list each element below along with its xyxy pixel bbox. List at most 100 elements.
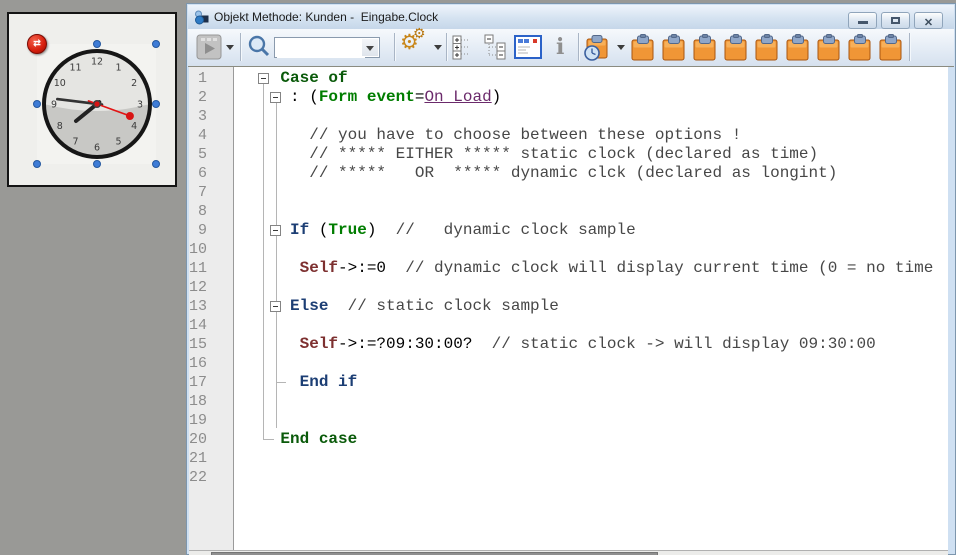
clipboard-4[interactable] [723,34,749,62]
expand-all-button[interactable] [452,34,476,65]
svg-text:9: 9 [51,100,57,111]
gutter-line-number[interactable]: 17 [189,373,233,392]
code-line[interactable] [234,240,948,259]
code-line[interactable]: : (Form event=On Load) [234,88,948,107]
code-pane[interactable]: Case of : (Form event=On Load) // you ha… [234,67,948,550]
maximize-icon [891,17,900,24]
code-line[interactable]: Self->:=?09:30:00? // static clock -> wi… [234,335,948,354]
code-line[interactable] [234,278,948,297]
code-line[interactable]: Else // static clock sample [234,297,948,316]
code-line[interactable]: // ***** EITHER ***** static clock (decl… [234,145,948,164]
clipboard-1[interactable] [630,34,656,62]
search-button[interactable] [246,34,272,65]
macros-button[interactable] [514,34,542,65]
clipboard-7[interactable] [816,34,842,62]
gutter-line-number[interactable]: 18 [189,392,233,411]
svg-text:6: 6 [94,143,100,154]
clipboard-9[interactable] [878,34,904,62]
code-line[interactable]: Self->:=0 // dynamic clock will display … [234,259,948,278]
combo-dropdown-arrow[interactable] [362,39,378,56]
code-line[interactable]: Case of [234,69,948,88]
play-icon [196,34,222,60]
toolbar: ⚙ ⚙ [188,29,954,67]
code-line[interactable]: End if [234,373,948,392]
code-line[interactable] [234,107,948,126]
svg-text:7: 7 [72,137,78,148]
svg-text:4: 4 [131,121,137,132]
toolbar-separator [446,33,448,61]
screen: 123456789101112 ⇄ Objekt Methode: Kunden… [0,0,956,555]
gutter-line-number[interactable]: 15 [189,335,233,354]
horizontal-scrollbar[interactable] [189,550,948,555]
code-line[interactable] [234,202,948,221]
clipboard-dropdown-arrow[interactable] [617,45,625,50]
code-line[interactable] [234,392,948,411]
clipboard-8[interactable] [847,34,873,62]
form-object-panel: 123456789101112 ⇄ [7,12,177,187]
toolbar-separator [578,33,580,61]
collapse-all-icon [484,34,508,60]
maximize-button[interactable] [881,12,910,29]
gutter-line-number[interactable]: 9 [189,221,233,240]
gutter-line-number[interactable]: 6 [189,164,233,183]
gutter-line-number[interactable]: 22 [189,468,233,487]
titlebar[interactable]: Objekt Methode: Kunden - Eingabe.Clock ✕ [188,5,954,29]
object-method-badge[interactable]: ⇄ [27,34,47,54]
code-line[interactable] [234,183,948,202]
clipboard-history-button[interactable] [583,34,613,67]
gutter-line-number[interactable]: 21 [189,449,233,468]
gutter-line-number[interactable]: 2 [189,88,233,107]
code-line[interactable]: // you have to choose between these opti… [234,126,948,145]
gear-icon: ⚙ [413,25,426,42]
run-dropdown-arrow[interactable] [226,45,234,50]
information-button[interactable]: i [556,34,564,60]
gutter-line-number[interactable]: 8 [189,202,233,221]
search-combobox[interactable] [274,37,380,58]
collapse-all-button[interactable] [484,34,508,65]
svg-text:10: 10 [54,78,66,89]
close-icon: ✕ [924,17,933,29]
expand-all-icon [452,34,476,60]
method-editor-window: Objekt Methode: Kunden - Eingabe.Clock ✕ [186,3,956,555]
code-line[interactable] [234,468,948,487]
clipboard-3[interactable] [692,34,718,62]
code-line[interactable]: If (True) // dynamic clock sample [234,221,948,240]
clipboard-5[interactable] [754,34,780,62]
gutter-line-number[interactable]: 20 [189,430,233,449]
svg-text:2: 2 [131,78,137,89]
code-line[interactable] [234,411,948,430]
run-method-button[interactable] [196,34,222,65]
code-line[interactable] [234,449,948,468]
gutter-line-number[interactable]: 4 [189,126,233,145]
svg-text:3: 3 [137,100,143,111]
gutter-line-number[interactable]: 13 [189,297,233,316]
code-line[interactable] [234,316,948,335]
object-method-icon [194,9,210,25]
search-input[interactable] [277,39,365,58]
code-line[interactable]: // ***** OR ***** dynamic clck (declared… [234,164,948,183]
gutter-line-number[interactable]: 16 [189,354,233,373]
information-icon: i [556,34,564,60]
clipboard-6[interactable] [785,34,811,62]
gutter-line-number[interactable]: 14 [189,316,233,335]
clipboard-2[interactable] [661,34,687,62]
gutter-line-number[interactable]: 19 [189,411,233,430]
gutter-line-number[interactable]: 11 [189,259,233,278]
execution-settings-button[interactable]: ⚙ ⚙ [400,34,430,60]
code-line[interactable] [234,354,948,373]
gutter-line-number[interactable]: 3 [189,107,233,126]
gutter-line-number[interactable]: 5 [189,145,233,164]
gutter-line-number[interactable]: 12 [189,278,233,297]
settings-dropdown-arrow[interactable] [434,45,442,50]
svg-text:5: 5 [115,137,121,148]
code-line[interactable]: End case [234,430,948,449]
code-editor[interactable]: 12345678910111213141516171819202122 Case… [189,67,948,550]
gutter-line-number[interactable]: 7 [189,183,233,202]
clipboard-clock-icon [583,34,613,62]
gutter-line-number[interactable]: 10 [189,240,233,259]
close-button[interactable]: ✕ [914,12,943,29]
minimize-button[interactable] [848,12,877,29]
gutter-line-number[interactable]: 1 [189,69,233,88]
minimize-icon [858,21,868,24]
toolbar-separator [394,33,396,61]
